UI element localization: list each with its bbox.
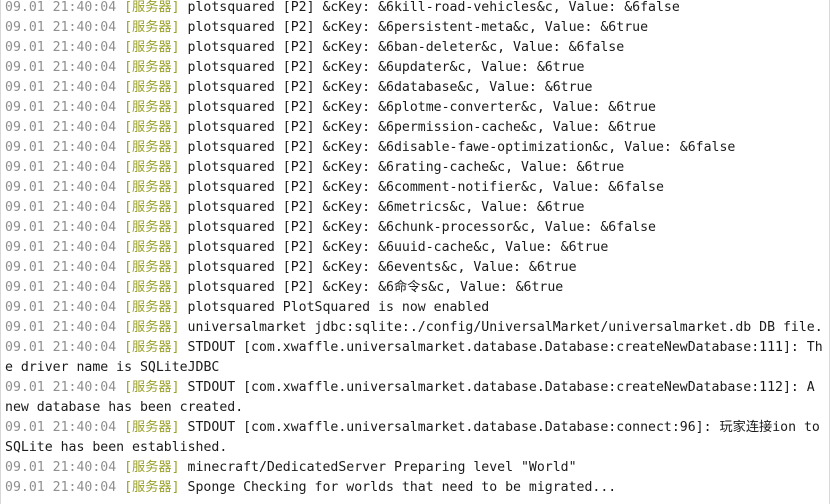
log-source-tag: [服务器] bbox=[124, 380, 180, 395]
log-source-tag: [服务器] bbox=[124, 160, 180, 175]
log-timestamp: 09.01 21:40:04 bbox=[5, 80, 117, 95]
log-line: 09.01 21:40:04 [服务器] STDOUT [com.xwaffle… bbox=[5, 378, 825, 418]
log-timestamp: 09.01 21:40:04 bbox=[5, 240, 117, 255]
log-message: minecraft/DedicatedServer Preparing leve… bbox=[187, 460, 577, 475]
log-line: 09.01 21:40:04 [服务器] plotsquared [P2] &c… bbox=[5, 158, 825, 178]
log-message: plotsquared [P2] &cKey: &6updater&c, Val… bbox=[187, 60, 585, 75]
log-source-tag: [服务器] bbox=[124, 260, 180, 275]
log-line: 09.01 21:40:04 [服务器] plotsquared [P2] &c… bbox=[5, 18, 825, 38]
log-timestamp: 09.01 21:40:04 bbox=[5, 160, 117, 175]
log-message: plotsquared [P2] &cKey: &6命令s&c, Value: … bbox=[187, 280, 564, 295]
log-source-tag: [服务器] bbox=[124, 220, 180, 235]
log-line: 09.01 21:40:04 [服务器] plotsquared [P2] &c… bbox=[5, 278, 825, 298]
log-message: plotsquared [P2] &cKey: &6events&c, Valu… bbox=[187, 260, 577, 275]
log-source-tag: [服务器] bbox=[124, 320, 180, 335]
log-source-tag: [服务器] bbox=[124, 340, 180, 355]
log-timestamp: 09.01 21:40:04 bbox=[5, 180, 117, 195]
log-message: plotsquared [P2] &cKey: &6uuid-cache&c, … bbox=[187, 240, 609, 255]
log-source-tag: [服务器] bbox=[124, 60, 180, 75]
log-timestamp: 09.01 21:40:04 bbox=[5, 320, 117, 335]
log-source-tag: [服务器] bbox=[124, 280, 180, 295]
log-line: 09.01 21:40:04 [服务器] plotsquared [P2] &c… bbox=[5, 198, 825, 218]
log-source-tag: [服务器] bbox=[124, 460, 180, 475]
log-message: plotsquared [P2] &cKey: &6metrics&c, Val… bbox=[187, 200, 585, 215]
log-message: plotsquared [P2] &cKey: &6database&c, Va… bbox=[187, 80, 593, 95]
log-source-tag: [服务器] bbox=[124, 420, 180, 435]
log-timestamp: 09.01 21:40:04 bbox=[5, 140, 117, 155]
log-line: 09.01 21:40:04 [服务器] plotsquared PlotSqu… bbox=[5, 298, 825, 318]
log-timestamp: 09.01 21:40:04 bbox=[5, 220, 117, 235]
log-timestamp: 09.01 21:40:04 bbox=[5, 300, 117, 315]
log-timestamp: 09.01 21:40:04 bbox=[5, 380, 117, 395]
log-timestamp: 09.01 21:40:04 bbox=[5, 420, 117, 435]
log-line: 09.01 21:40:04 [服务器] plotsquared [P2] &c… bbox=[5, 0, 825, 18]
log-message: plotsquared [P2] &cKey: &6comment-notifi… bbox=[187, 180, 664, 195]
log-line: 09.01 21:40:04 [服务器] plotsquared [P2] &c… bbox=[5, 118, 825, 138]
log-message: plotsquared [P2] &cKey: &6rating-cache&c… bbox=[187, 160, 625, 175]
log-timestamp: 09.01 21:40:04 bbox=[5, 200, 117, 215]
log-timestamp: 09.01 21:40:04 bbox=[5, 0, 117, 15]
log-line: 09.01 21:40:04 [服务器] plotsquared [P2] &c… bbox=[5, 138, 825, 158]
log-line: 09.01 21:40:04 [服务器] plotsquared [P2] &c… bbox=[5, 38, 825, 58]
log-line: 09.01 21:40:04 [服务器] Sponge Checking for… bbox=[5, 478, 825, 498]
log-line: 09.01 21:40:04 [服务器] plotsquared [P2] &c… bbox=[5, 58, 825, 78]
log-message: plotsquared [P2] &cKey: &6chunk-processo… bbox=[187, 220, 656, 235]
log-line: 09.01 21:40:04 [服务器] plotsquared [P2] &c… bbox=[5, 178, 825, 198]
log-timestamp: 09.01 21:40:04 bbox=[5, 60, 117, 75]
log-source-tag: [服务器] bbox=[124, 120, 180, 135]
log-timestamp: 09.01 21:40:04 bbox=[5, 340, 117, 355]
log-source-tag: [服务器] bbox=[124, 300, 180, 315]
log-source-tag: [服务器] bbox=[124, 140, 180, 155]
log-source-tag: [服务器] bbox=[124, 480, 180, 495]
log-line: 09.01 21:40:04 [服务器] STDOUT [com.xwaffle… bbox=[5, 418, 825, 458]
log-message: plotsquared [P2] &cKey: &6plotme-convert… bbox=[187, 100, 656, 115]
log-message: plotsquared PlotSquared is now enabled bbox=[187, 300, 490, 315]
log-source-tag: [服务器] bbox=[124, 100, 180, 115]
log-source-tag: [服务器] bbox=[124, 40, 180, 55]
log-line: 09.01 21:40:04 [服务器] STDOUT [com.xwaffle… bbox=[5, 338, 825, 378]
log-message: plotsquared [P2] &cKey: &6kill-road-vehi… bbox=[187, 0, 680, 15]
log-source-tag: [服务器] bbox=[124, 240, 180, 255]
console-log-panel[interactable]: 09.01 21:40:04 [服务器] plotsquared [P2] &c… bbox=[0, 0, 830, 504]
log-line: 09.01 21:40:04 [服务器] plotsquared [P2] &c… bbox=[5, 258, 825, 278]
log-source-tag: [服务器] bbox=[124, 80, 180, 95]
log-message: Sponge Checking for worlds that need to … bbox=[187, 480, 617, 495]
log-message: plotsquared [P2] &cKey: &6disable-fawe-o… bbox=[187, 140, 736, 155]
log-line: 09.01 21:40:04 [服务器] minecraft/Dedicated… bbox=[5, 458, 825, 478]
log-line: 09.01 21:40:04 [服务器] plotsquared [P2] &c… bbox=[5, 78, 825, 98]
log-source-tag: [服务器] bbox=[124, 0, 180, 15]
log-timestamp: 09.01 21:40:04 bbox=[5, 260, 117, 275]
log-timestamp: 09.01 21:40:04 bbox=[5, 120, 117, 135]
log-message: plotsquared [P2] &cKey: &6ban-deleter&c,… bbox=[187, 40, 625, 55]
log-message: plotsquared [P2] &cKey: &6permission-cac… bbox=[187, 120, 656, 135]
log-timestamp: 09.01 21:40:04 bbox=[5, 100, 117, 115]
log-source-tag: [服务器] bbox=[124, 200, 180, 215]
log-line: 09.01 21:40:04 [服务器] plotsquared [P2] &c… bbox=[5, 238, 825, 258]
log-line: 09.01 21:40:04 [服务器] universalmarket jdb… bbox=[5, 318, 825, 338]
log-source-tag: [服务器] bbox=[124, 180, 180, 195]
log-message: universalmarket jdbc:sqlite:./config/Uni… bbox=[187, 320, 823, 335]
log-timestamp: 09.01 21:40:04 bbox=[5, 40, 117, 55]
log-line: 09.01 21:40:04 [服务器] plotsquared [P2] &c… bbox=[5, 218, 825, 238]
log-line: 09.01 21:40:04 [服务器] plotsquared [P2] &c… bbox=[5, 98, 825, 118]
log-timestamp: 09.01 21:40:04 bbox=[5, 280, 117, 295]
log-source-tag: [服务器] bbox=[124, 20, 180, 35]
log-message: plotsquared [P2] &cKey: &6persistent-met… bbox=[187, 20, 649, 35]
log-timestamp: 09.01 21:40:04 bbox=[5, 460, 117, 475]
log-timestamp: 09.01 21:40:04 bbox=[5, 480, 117, 495]
log-timestamp: 09.01 21:40:04 bbox=[5, 20, 117, 35]
log-lines: 09.01 21:40:04 [服务器] plotsquared [P2] &c… bbox=[5, 0, 825, 498]
